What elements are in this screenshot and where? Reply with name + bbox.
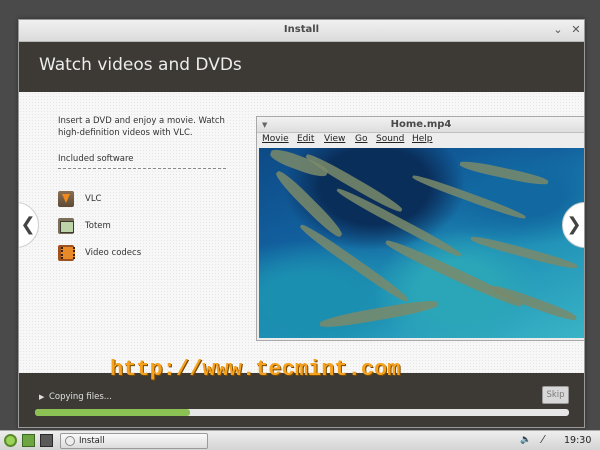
menu-item-help: Help [412,134,433,144]
chevron-right-icon: ❯ [566,214,582,235]
progress-status: Copying files... [49,392,112,402]
taskbar-item-install[interactable]: Install [60,433,208,449]
taskbar: Install 🔈 ⁄ 19:30 [0,430,600,450]
video-player-preview: ▼ Home.mp4 Movie Edit View Go Sound Help [256,116,584,341]
divider [58,168,226,169]
vlc-icon [58,191,74,207]
network-icon[interactable]: ⁄ [542,433,544,446]
skip-button[interactable]: Skip [542,386,569,404]
menu-icon[interactable] [4,434,17,447]
installer-icon [65,436,75,446]
software-item-totem: Totem [58,218,218,236]
progress-bar-fill [35,409,190,416]
terminal-icon[interactable] [40,434,53,447]
window-titlebar[interactable]: Install ⌄ ✕ [19,20,584,42]
menu-item-go: Go [355,134,368,144]
player-titlebar: ▼ Home.mp4 [257,117,584,133]
software-label: Totem [85,221,111,231]
video-codecs-icon [58,245,75,261]
previous-slide-button[interactable]: ❮ [19,202,39,248]
show-desktop-icon[interactable] [22,434,35,447]
player-title: Home.mp4 [390,119,452,130]
close-icon[interactable]: ✕ [569,23,583,37]
volume-icon[interactable]: 🔈 [520,435,531,445]
clock[interactable]: 19:30 [564,435,591,446]
expand-details-icon[interactable]: ▶ [39,393,44,401]
software-label: VLC [85,194,102,204]
chevron-left-icon: ❮ [20,214,36,235]
menu-item-view: View [324,134,346,144]
totem-icon [58,218,74,234]
watermark: http://www.tecmint.com [110,357,401,382]
player-menubar: Movie Edit View Go Sound Help [257,133,584,148]
slide-content: Insert a DVD and enjoy a movie. Watch hi… [19,92,584,373]
video-frame [259,148,584,338]
software-label: Video codecs [85,248,142,258]
progress-bar [35,409,569,416]
taskbar-item-label: Install [79,436,105,446]
minimize-icon[interactable]: ⌄ [551,23,565,37]
menu-item-movie: Movie [262,134,289,144]
slide-header: Watch videos and DVDs [19,42,584,92]
menu-item-edit: Edit [297,134,315,144]
software-item-video-codecs: Video codecs [58,245,218,263]
menu-item-sound: Sound [376,134,405,144]
slide-title: Watch videos and DVDs [39,55,242,75]
software-item-vlc: VLC [58,191,218,209]
included-software-heading: Included software [58,154,134,164]
window-title: Install [283,24,320,35]
slide-description: Insert a DVD and enjoy a movie. Watch hi… [58,116,225,138]
